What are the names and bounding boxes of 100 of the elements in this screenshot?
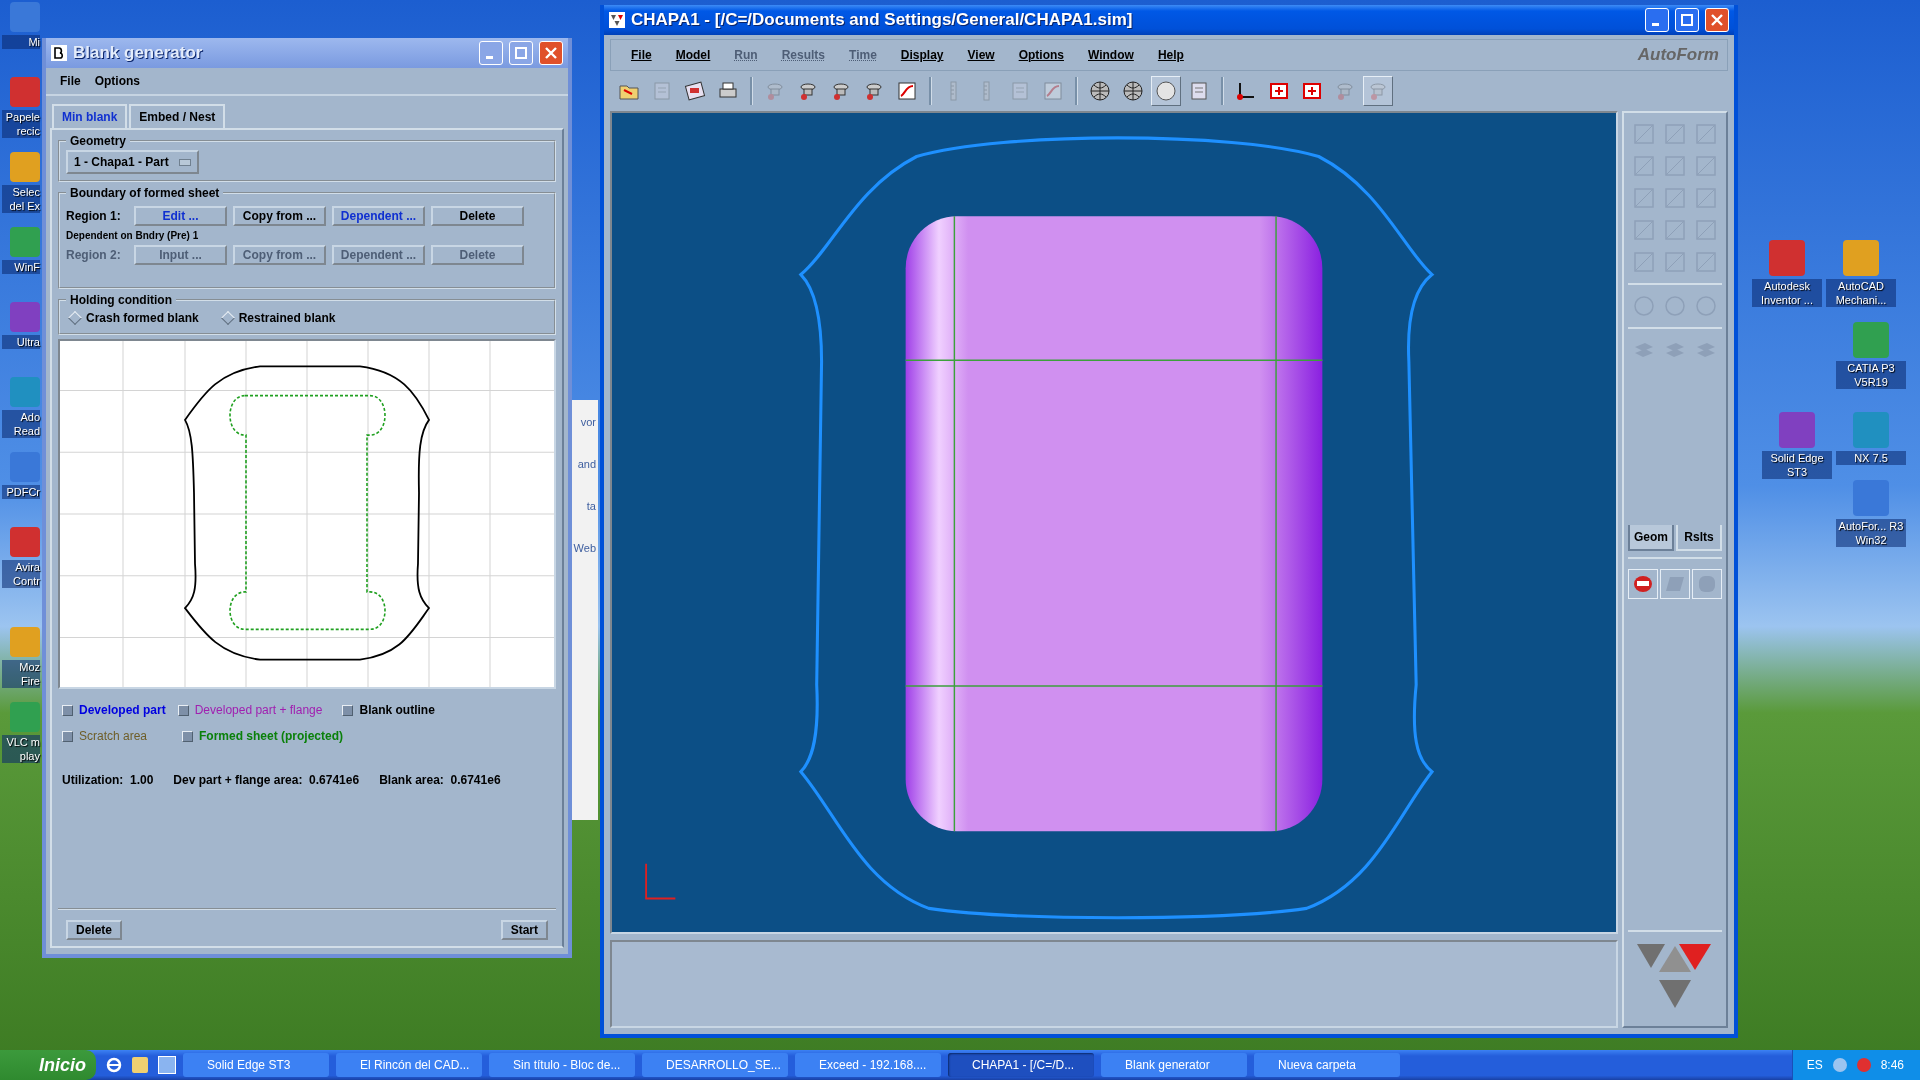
clock: 8:46 xyxy=(1880,1058,1904,1072)
checkbox[interactable] xyxy=(62,704,73,716)
tab[interactable]: Rslts xyxy=(1676,525,1722,552)
maximize-button[interactable] xyxy=(1675,8,1699,32)
desktop-icon-label[interactable]: Solid Edge ST3 xyxy=(1762,451,1832,479)
desktop-icon-label[interactable]: AutoFor... R3 Win32 xyxy=(1836,519,1906,547)
desktop-icon[interactable] xyxy=(158,1056,176,1074)
app-icon[interactable] xyxy=(1779,412,1815,448)
taskbar-button[interactable]: Sin título - Bloc de... xyxy=(489,1053,635,1077)
desktop-icon-label[interactable]: AutoCAD Mechani... xyxy=(1826,279,1896,307)
taskbar-button[interactable]: El Rincón del CAD... xyxy=(336,1053,482,1077)
region-button[interactable]: Delete xyxy=(431,206,524,226)
window-text: ta xyxy=(586,500,596,512)
area-statistic: Blank area: 0.6741e6 xyxy=(379,773,501,787)
desktop-icon-label[interactable]: Moz Fire xyxy=(2,660,40,688)
desktop-icon-label[interactable]: WinF xyxy=(2,260,40,274)
app-icon[interactable] xyxy=(10,627,40,657)
close-icon xyxy=(1711,14,1723,26)
app-icon[interactable] xyxy=(10,152,40,182)
radio-label[interactable]: Crash formed blank xyxy=(86,311,199,325)
menu-item[interactable]: File xyxy=(619,48,664,62)
maximize-icon xyxy=(515,47,527,59)
checkbox-label[interactable]: Blank outline xyxy=(359,703,435,717)
app-icon[interactable] xyxy=(10,302,40,332)
taskbar-button[interactable]: Nueva carpeta xyxy=(1254,1053,1400,1077)
close-button[interactable] xyxy=(1705,8,1729,32)
radio-label[interactable]: Restrained blank xyxy=(238,311,336,325)
app-icon[interactable] xyxy=(10,377,40,407)
tab[interactable]: Embed / Nest xyxy=(129,104,226,128)
window-text: and xyxy=(577,458,596,470)
app-icon[interactable] xyxy=(10,527,40,557)
app-icon[interactable] xyxy=(1853,480,1889,516)
checkbox[interactable] xyxy=(342,704,354,716)
shape-icon[interactable] xyxy=(1692,569,1722,600)
window-text: Web xyxy=(573,542,596,554)
axis-triad-icon xyxy=(645,862,677,900)
desktop-icon-label[interactable]: Papele recic xyxy=(2,110,40,138)
desktop-icon-label[interactable]: Autodesk Inventor ... xyxy=(1752,279,1822,307)
menu-item[interactable]: Display xyxy=(888,48,956,62)
app-icon[interactable] xyxy=(1853,412,1889,448)
checkbox-label[interactable]: Developed part xyxy=(79,703,166,717)
app-icon[interactable] xyxy=(10,2,40,32)
desktop-icon-label[interactable]: CATIA P3 V5R19 xyxy=(1836,361,1906,389)
desktop-icon-label[interactable]: Selec del Ex xyxy=(2,185,40,213)
taskbar-button[interactable]: Blank generator xyxy=(1101,1053,1247,1077)
tab[interactable]: Geom xyxy=(1628,525,1674,552)
menu-item[interactable]: Options xyxy=(1006,48,1076,62)
desktop-icon-label[interactable]: VLC m play xyxy=(2,735,40,763)
region-label: Region 1: xyxy=(66,209,122,223)
minimize-icon xyxy=(486,56,493,59)
window-text: vor xyxy=(580,416,596,428)
desktop-icon-label[interactable]: NX 7.5 xyxy=(1836,451,1906,465)
tray-icon[interactable] xyxy=(1832,1058,1847,1072)
action-button[interactable]: Start xyxy=(500,920,548,940)
geometry-dropdown[interactable]: 1 - Chapa1 - Part xyxy=(66,150,199,174)
app-icon[interactable] xyxy=(1843,240,1879,276)
shade-icon[interactable] xyxy=(1151,76,1181,106)
desktop-icon-label[interactable]: Ado Read xyxy=(2,410,40,438)
window-title: CHAPA1 - [/C=/Documents and Settings/General/CHAPA1.sim] xyxy=(631,10,1133,30)
menu-item[interactable]: Window xyxy=(1076,48,1146,62)
region-button[interactable]: Dependent ... xyxy=(332,206,425,226)
app-icon[interactable] xyxy=(1769,240,1805,276)
action-button[interactable]: Delete xyxy=(66,920,123,940)
minimize-button[interactable] xyxy=(1645,8,1669,32)
ring-icon[interactable] xyxy=(1628,569,1658,600)
close-icon xyxy=(545,47,557,59)
minimize-icon xyxy=(1652,23,1659,26)
taskbar-button[interactable]: CHAPA1 - [/C=/D... xyxy=(948,1053,1094,1077)
tab[interactable]: Min blank xyxy=(52,104,128,130)
app-icon[interactable] xyxy=(1853,322,1889,358)
menu-item[interactable]: File xyxy=(60,74,81,88)
region-button[interactable]: Edit ... xyxy=(134,206,227,226)
group-title: Geometry xyxy=(70,134,127,148)
app-icon[interactable] xyxy=(10,77,40,107)
taskbar-button[interactable]: Solid Edge ST3 xyxy=(183,1053,329,1077)
taskbar-button[interactable]: DESARROLLO_SE... xyxy=(642,1053,788,1077)
group-title: Holding condition xyxy=(70,293,172,307)
region-button[interactable]: Copy from ... xyxy=(233,206,326,226)
autoform-logo: AutoForm xyxy=(1637,45,1719,65)
desktop-icon-label[interactable]: Ultra xyxy=(2,335,40,349)
browser-icon[interactable] xyxy=(106,1057,122,1073)
start-menu-button[interactable]: Inicio xyxy=(0,1050,96,1080)
tray-icon[interactable] xyxy=(1856,1058,1871,1072)
menu-item[interactable]: Help xyxy=(1145,48,1196,62)
app-icon xyxy=(51,45,67,61)
desktop-icon-label[interactable]: Avira Contr xyxy=(2,560,40,588)
app-icon xyxy=(609,12,625,28)
taskbar-button[interactable]: Exceed - 192.168.... xyxy=(795,1053,941,1077)
app-icon[interactable] xyxy=(10,227,40,257)
sheet-icon[interactable] xyxy=(1660,569,1690,600)
menu-item[interactable]: Options xyxy=(94,74,140,88)
menu-item[interactable]: Model xyxy=(663,48,723,62)
desktop-icon-label[interactable]: Mi xyxy=(2,35,40,49)
desktop-icon-label[interactable]: PDFCr xyxy=(2,485,40,499)
app-icon[interactable] xyxy=(10,702,40,732)
menu-item[interactable]: View xyxy=(955,48,1007,62)
window-title: Blank generator xyxy=(73,43,203,63)
area-statistic: Utilization: 1.00 xyxy=(62,773,154,787)
checkbox[interactable] xyxy=(182,730,193,742)
region-label: Region 2: xyxy=(66,248,122,262)
